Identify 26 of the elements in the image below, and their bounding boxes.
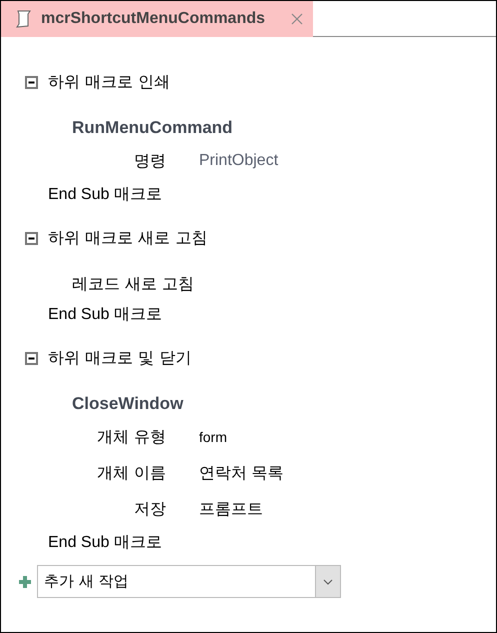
argument-value[interactable]: 프롬프트 <box>199 498 329 520</box>
tab-title: mcrShortcutMenuCommands <box>41 10 266 28</box>
argument-label: 명령 <box>133 150 166 172</box>
plus-icon[interactable] <box>19 576 31 588</box>
argument-label: 저장 <box>133 498 166 520</box>
collapse-icon[interactable] <box>25 76 38 88</box>
scroll-icon <box>15 10 31 28</box>
submacro-title[interactable]: 하위 매크로 인쇄 <box>48 72 170 92</box>
add-action-field[interactable]: 추가 새 작업 <box>37 565 315 598</box>
chevron-down-icon <box>323 578 333 584</box>
submacro-title[interactable]: 하위 매크로 및 닫기 <box>48 348 192 368</box>
collapse-icon[interactable] <box>25 232 38 244</box>
argument-label: 개체 이름 <box>96 462 166 484</box>
end-submacro-label: End Sub 매크로 <box>47 533 163 553</box>
action-name[interactable]: 레코드 새로 고침 <box>72 268 496 299</box>
document-tab[interactable]: mcrShortcutMenuCommands <box>1 1 313 37</box>
argument-value[interactable]: 연락처 목록 <box>199 462 329 484</box>
action-name[interactable]: CloseWindow <box>72 388 496 419</box>
argument-value[interactable]: form <box>199 429 329 445</box>
end-submacro-label: End Sub 매크로 <box>47 305 163 325</box>
end-submacro-label: End Sub 매크로 <box>47 185 163 205</box>
submacro-title[interactable]: 하위 매크로 새로 고침 <box>48 228 208 248</box>
action-name[interactable]: RunMenuCommand <box>72 112 496 143</box>
argument-label: 개체 유형 <box>96 426 166 448</box>
collapse-icon[interactable] <box>25 352 38 364</box>
argument-value[interactable]: PrintObject <box>199 152 329 170</box>
